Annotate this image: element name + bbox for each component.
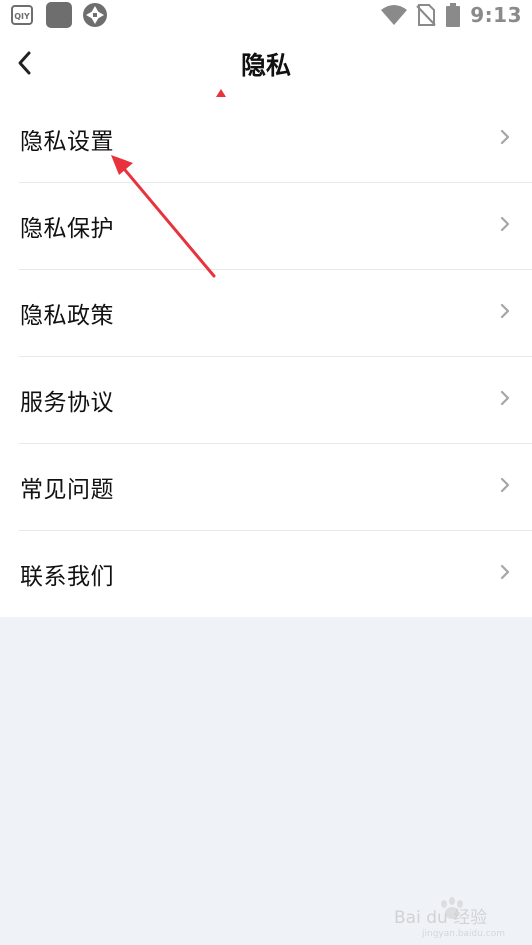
menu-item-service-agreement[interactable]: 服务协议 [0,356,532,443]
menu-item-label: 联系我们 [20,564,114,590]
chevron-right-icon [500,564,510,580]
menu-item-contact-us[interactable]: 联系我们 [0,530,532,617]
menu-item-label: 隐私政策 [20,303,114,329]
app-square-icon [46,2,72,28]
menu-item-privacy-protection[interactable]: 隐私保护 [0,182,532,269]
menu-item-label: 隐私设置 [20,129,114,155]
chevron-right-icon [500,129,510,145]
chevron-right-icon [500,216,510,232]
menu-item-label: 隐私保护 [20,216,114,242]
menu-list: 隐私设置 隐私保护 隐私政策 服务协议 常见问题 联系我们 [0,95,532,617]
menu-item-privacy-settings[interactable]: 隐私设置 [0,95,532,182]
battery-icon [446,3,461,27]
menu-item-label: 常见问题 [20,477,114,503]
status-time: 9:13 [470,3,522,27]
status-bar-right: 9:13 [380,2,522,28]
watermark-url-text: jingyan.baidu.com [421,929,505,939]
chevron-right-icon [500,303,510,319]
chevron-right-icon [500,390,510,406]
header: 隐私 [0,30,532,95]
status-bar-left: QIY [11,2,108,28]
page-title: 隐私 [240,51,291,80]
watermark-logo-text: Bai du 经验 [394,908,487,928]
status-bar: QIY 9:13 [0,0,532,30]
iqiyi-icon: QIY [11,5,33,25]
baidu-jingyan-watermark: Bai du 经验 jingyan.baidu.com [394,897,505,939]
menu-item-faq[interactable]: 常见问题 [0,443,532,530]
aperture-icon [83,3,107,27]
menu-item-privacy-policy[interactable]: 隐私政策 [0,269,532,356]
svg-text:QIY: QIY [14,12,30,21]
chevron-right-icon [500,477,510,493]
wifi-icon [381,5,408,25]
no-sim-icon [416,4,436,26]
menu-item-label: 服务协议 [20,390,114,416]
